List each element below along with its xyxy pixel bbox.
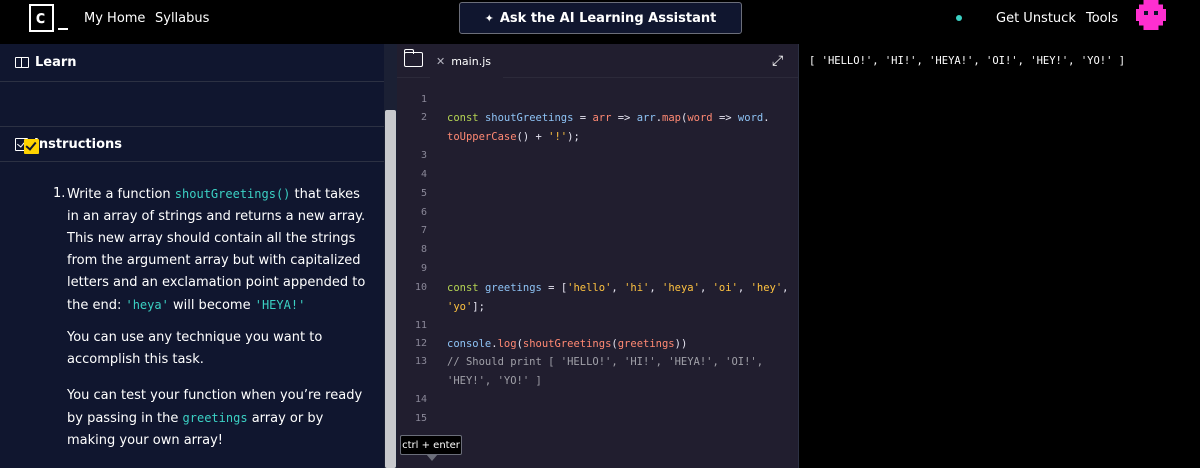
task-code-heya: 'heya' — [125, 298, 169, 312]
instructions-label: Instructions — [34, 136, 123, 152]
status-dot-icon — [956, 15, 962, 21]
hint-pointer — [426, 454, 438, 461]
my-home-link[interactable]: My Home — [84, 11, 145, 27]
task-number: 1. — [53, 186, 66, 201]
top-nav: c My Home Syllabus ✦ Ask the AI Learning… — [0, 0, 1200, 44]
line-number: 4 — [420, 169, 427, 180]
task-complete-icon[interactable] — [24, 139, 39, 154]
task-text: Write a function shoutGreetings() that t… — [67, 187, 366, 313]
code-line: 'HEY!', 'YO!' ] — [447, 375, 542, 387]
tools-link[interactable]: Tools — [1086, 11, 1118, 27]
line-number: 11 — [414, 320, 427, 331]
expand-icon[interactable]: ⤢ — [772, 53, 783, 69]
tab-main-js[interactable]: ✕ main.js — [430, 44, 503, 78]
code-line: // Should print [ 'HELLO!', 'HI!', 'HEYA… — [447, 356, 764, 368]
code-line: console.log(shoutGreetings(greetings)) — [447, 338, 688, 350]
code-line: toUpperCase() + '!'); — [447, 131, 580, 143]
output-text: [ 'HELLO!', 'HI!', 'HEYA!', 'OI!', 'HEY!… — [809, 55, 1126, 67]
line-number: 1 — [420, 94, 427, 105]
line-number: 15 — [414, 413, 427, 424]
output-panel: [ 'HELLO!', 'HI!', 'HEYA!', 'OI!', 'HEY!… — [798, 44, 1200, 468]
sparkle-icon: ✦ — [484, 11, 494, 25]
ai-assistant-label: Ask the AI Learning Assistant — [499, 10, 717, 26]
instruction-paragraph: You can test your function when you’re r… — [67, 388, 363, 448]
task-code-heya-upper: 'HEYA!' — [254, 298, 306, 312]
run-shortcut-hint: ctrl + enter — [400, 435, 462, 455]
get-unstuck-link[interactable]: Get Unstuck — [996, 11, 1076, 27]
code-line: const greetings = ['hello', 'hi', 'heya'… — [447, 282, 789, 294]
learn-label: Learn — [35, 55, 77, 70]
avatar[interactable] — [1136, 0, 1166, 30]
learn-header[interactable]: Learn — [0, 44, 384, 82]
task-code-function: shoutGreetings() — [174, 187, 291, 201]
instruction-paragraph: You can use any technique you want to ac… — [67, 330, 323, 367]
close-icon[interactable]: ✕ — [436, 55, 445, 68]
line-number: 7 — [420, 225, 427, 236]
line-number: 5 — [420, 188, 427, 199]
book-icon — [15, 57, 29, 68]
line-number: 6 — [420, 207, 427, 218]
logo-icon[interactable]: c — [29, 4, 68, 36]
line-number: 3 — [420, 150, 427, 161]
editor-tabbar: ✕ main.js ⤢ — [397, 44, 798, 78]
ai-assistant-button[interactable]: ✦ Ask the AI Learning Assistant — [459, 2, 742, 34]
code-line: const shoutGreetings = arr => arr.map(wo… — [447, 112, 770, 124]
line-number: 12 — [414, 338, 427, 349]
tab-label: main.js — [451, 54, 491, 68]
scrollbar[interactable] — [384, 44, 397, 468]
syllabus-link[interactable]: Syllabus — [155, 11, 209, 27]
greetings-code: greetings — [182, 411, 248, 425]
avatar-icon — [1136, 0, 1166, 30]
line-number: 13 — [414, 356, 427, 367]
code-line: 'yo']; — [447, 301, 485, 313]
line-number: 2 — [420, 112, 427, 123]
instructions-header: Instructions — [0, 126, 384, 162]
line-number: 14 — [414, 394, 427, 405]
folder-icon[interactable] — [403, 49, 423, 67]
code-editor[interactable]: ✕ main.js ⤢ 1 2 3 4 5 6 7 8 9 10 11 12 1… — [397, 44, 798, 468]
scroll-thumb[interactable] — [385, 110, 396, 468]
line-number: 10 — [414, 282, 427, 293]
line-number: 9 — [420, 263, 427, 274]
line-number: 8 — [420, 244, 427, 255]
